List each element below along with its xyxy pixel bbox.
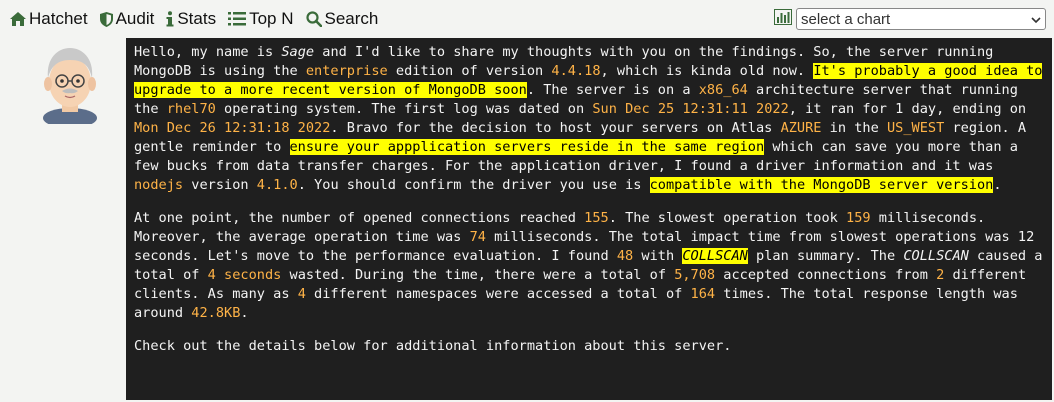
nav-search[interactable]: Search (305, 9, 379, 29)
summary-text: plan summary. The (747, 248, 904, 264)
avg-op-ms: 74 (469, 229, 486, 245)
chevron-down-icon (1031, 11, 1041, 28)
nav-audit[interactable]: Audit (99, 9, 155, 29)
access-count: 164 (690, 286, 716, 302)
summary-text: Hello, my name is (134, 44, 282, 60)
nav-search-label: Search (324, 9, 379, 28)
driver-version: 4.1.0 (256, 177, 298, 193)
chart-select-value: select a chart (801, 10, 891, 28)
shield-icon (99, 11, 113, 27)
summary-text: . (993, 177, 1002, 193)
first-log-date: Sun Dec 25 12:31:11 2022 (592, 101, 789, 117)
summary-text: in the (821, 120, 887, 136)
summary-text: different namespaces were accessed a tot… (305, 286, 691, 302)
summary-text: edition of version (387, 63, 552, 79)
home-icon (10, 12, 26, 26)
architecture-value: x86_64 (698, 82, 748, 98)
nav-topn[interactable]: Top N (228, 9, 294, 29)
wasted-time: 4 seconds (207, 267, 282, 283)
summary-panel: Hello, my name is Sage and I'd like to s… (126, 38, 1052, 400)
bar-chart-icon[interactable] (774, 8, 792, 30)
summary-text: . You should confirm the driver you use … (297, 177, 650, 193)
summary-text: . The slowest operation took (608, 210, 847, 226)
collscan-count: 48 (616, 248, 634, 264)
summary-text: with (633, 248, 683, 264)
summary-text: accepted connections from (715, 267, 937, 283)
nav-menu: Hatchet Audit Stats Top N Search (10, 9, 390, 29)
accepted-connections: 5,708 (674, 267, 716, 283)
slowest-op-ms: 159 (846, 210, 871, 226)
summary-paragraph-2: At one point, the number of opened conne… (134, 209, 1044, 323)
namespace-count: 4 (297, 286, 306, 302)
nav-audit-label: Audit (115, 9, 155, 28)
top-navigation-bar: Hatchet Audit Stats Top N Search select … (0, 0, 1054, 38)
chart-select-dropdown[interactable]: select a chart (796, 8, 1046, 30)
compatibility-recommendation: compatible with the MongoDB server versi… (649, 177, 994, 193)
summary-text: . (240, 305, 249, 321)
nav-hatchet-label: Hatchet (29, 9, 88, 28)
summary-paragraph-1: Hello, my name is Sage and I'd like to s… (134, 43, 1044, 195)
chart-tools: select a chart (774, 8, 1046, 30)
assistant-name: Sage (281, 44, 315, 60)
collscan-label: COLLSCAN (682, 248, 748, 264)
summary-text: wasted. During the time, there were a to… (281, 267, 675, 283)
edition-value: enterprise (305, 63, 388, 79)
summary-text: version (183, 177, 257, 193)
os-value: rhel70 (166, 101, 216, 117)
region-recommendation: ensure your appplication servers reside … (289, 139, 765, 155)
search-icon (305, 11, 322, 27)
last-log-date: Mon Dec 26 12:31:18 2022 (134, 120, 331, 136)
response-length: 42.8KB (191, 305, 241, 321)
nav-hatchet[interactable]: Hatchet (10, 9, 88, 29)
summary-text: , which is kinda old now. (600, 63, 814, 79)
summary-text: . The server is on a (526, 82, 699, 98)
sage-avatar (40, 44, 100, 128)
driver-name: nodejs (134, 177, 184, 193)
summary-text: . Bravo for the decision to host your se… (330, 120, 781, 136)
summary-text: At one point, the number of opened conne… (134, 210, 585, 226)
list-icon (228, 12, 247, 26)
summary-paragraph-3: Check out the details below for addition… (134, 338, 732, 354)
summary-text: operating system. The first log was date… (215, 101, 593, 117)
cloud-provider: AZURE (780, 120, 822, 136)
nav-stats[interactable]: Stats (166, 9, 216, 29)
region-value: US_WEST (886, 120, 945, 136)
version-value: 4.4.18 (551, 63, 601, 79)
nav-stats-label: Stats (177, 9, 217, 28)
nav-topn-label: Top N (249, 9, 294, 28)
summary-text: , it ran for 1 day, ending on (788, 101, 1027, 117)
max-connections: 155 (584, 210, 609, 226)
collscan-label-plain: COLLSCAN (903, 248, 969, 264)
info-icon (166, 11, 174, 27)
